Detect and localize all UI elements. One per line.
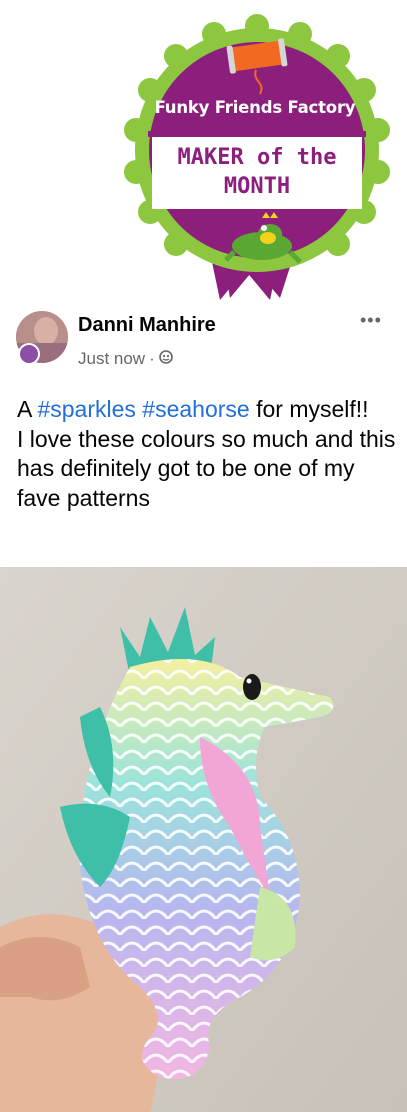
seahorse-photo [0, 567, 407, 1112]
text-prefix: A [17, 396, 38, 422]
friends-icon [158, 349, 173, 369]
maker-of-the-month-badge: Funky Friends Factory MAKER of the MONTH [0, 0, 407, 300]
meta-separator: · [149, 349, 155, 368]
badge-title-line2: MONTH [223, 174, 291, 199]
post-meta: Just now · [78, 349, 173, 369]
badge-title-line1: MAKER of the [177, 145, 337, 170]
badge-brand-text: Funky Friends Factory [154, 98, 356, 117]
post-timestamp[interactable]: Just now [78, 349, 145, 369]
hashtag-link[interactable]: #seahorse [142, 396, 249, 422]
post-text-line2: I love these colours so much and this ha… [17, 425, 396, 511]
hashtag-link[interactable]: #sparkles [37, 396, 135, 422]
avatar-badge-icon [18, 343, 40, 365]
author-name[interactable]: Danni Manhire [78, 314, 216, 337]
post-photo[interactable] [0, 567, 407, 1112]
more-options-button[interactable]: ••• [360, 310, 382, 331]
post-text: A #sparkles #seahorse for myself!! I lov… [17, 395, 397, 513]
text-suffix: for myself!! [249, 396, 369, 422]
